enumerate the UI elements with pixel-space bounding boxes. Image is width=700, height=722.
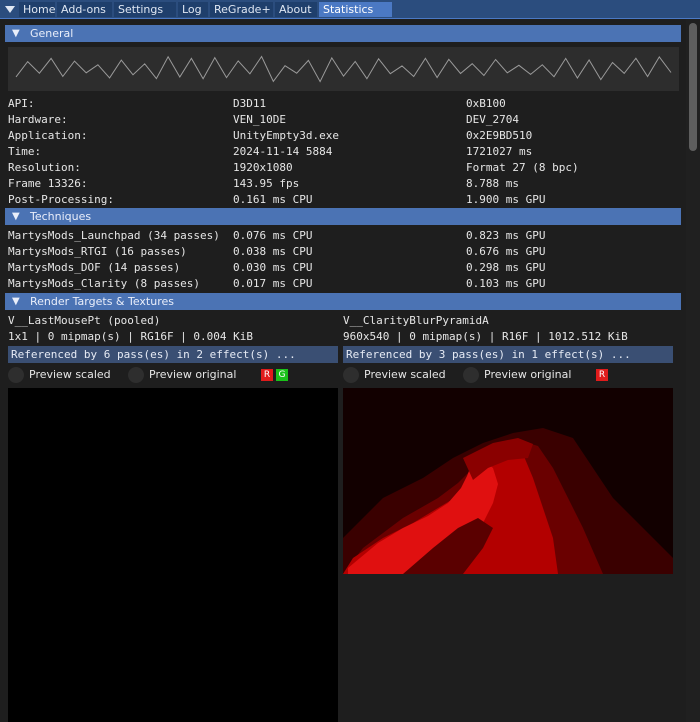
frame-time-line [15,55,672,83]
technique-gpu: 0.103 ms GPU [466,277,546,290]
general-value: Format 27 (8 bpc) [466,161,579,174]
technique-gpu: 0.298 ms GPU [466,261,546,274]
section-title: Render Targets & Textures [30,295,174,308]
technique-cpu: 0.017 ms CPU [233,277,313,290]
render-target-name: V__LastMousePt (pooled) [8,314,161,327]
general-label: Resolution: [8,161,81,174]
tab-add-ons[interactable]: Add-ons [57,2,112,17]
section-header-techniques[interactable]: ▼ Techniques [5,208,681,225]
tab-about[interactable]: About [275,2,317,17]
collapse-triangle-icon: ▼ [12,211,20,222]
general-value: 1.900 ms GPU [466,193,546,206]
render-target-name: V__ClarityBlurPyramidA [343,314,489,327]
tab-settings[interactable]: Settings [114,2,176,17]
general-label: Time: [8,145,42,158]
section-header-general[interactable]: ▼ General [5,25,681,42]
technique-gpu: 0.676 ms GPU [466,245,546,258]
statistics-panel: ▼ General API: D3D11 0xB100 Hardware: VE… [0,19,686,722]
technique-gpu: 0.823 ms GPU [466,229,546,242]
general-value: 8.788 ms [466,177,519,190]
general-value: VEN_10DE [233,113,286,126]
technique-name: MartysMods_DOF (14 passes) [8,261,181,274]
channel-r-toggle[interactable]: R [596,369,608,381]
tab-statistics[interactable]: Statistics [319,2,392,17]
triangle-down-icon [5,6,15,13]
general-value: 0x2E9BD510 [466,129,533,142]
preview-scaled-radio[interactable] [343,367,359,383]
section-title: Techniques [30,210,92,223]
vertical-scrollbar[interactable] [686,19,700,722]
preview-scaled-label: Preview scaled [364,368,446,381]
channel-r-toggle[interactable]: R [261,369,273,381]
technique-name: MartysMods_RTGI (16 passes) [8,245,187,258]
tab-regrade[interactable]: ReGrade+ [210,2,273,17]
frame-time-graph [8,47,679,91]
preview-original-label: Preview original [484,368,572,381]
technique-cpu: 0.038 ms CPU [233,245,313,258]
texture-preview [8,388,338,722]
general-label: Frame 13326: [8,177,88,190]
general-value: 0.161 ms CPU [233,193,313,206]
technique-cpu: 0.076 ms CPU [233,229,313,242]
collapse-triangle-icon: ▼ [12,28,20,39]
scrollbar-thumb[interactable] [689,23,697,151]
preview-scaled-radio[interactable] [8,367,24,383]
channel-g-toggle[interactable]: G [276,369,288,381]
general-label: Post-Processing: [8,193,114,206]
menu-toggle-button[interactable] [2,2,18,17]
section-header-render-targets[interactable]: ▼ Render Targets & Textures [5,293,681,310]
collapse-triangle-icon: ▼ [12,296,20,307]
general-value: 2024-11-14 5884 [233,145,333,158]
tab-log[interactable]: Log [178,2,208,17]
general-value: UnityEmpty3d.exe [233,129,339,142]
general-value: 1920x1080 [233,161,293,174]
references-collapsible[interactable]: Referenced by 3 pass(es) in 1 effect(s) … [343,346,673,363]
preview-scaled-label: Preview scaled [29,368,111,381]
general-label: Hardware: [8,113,68,126]
technique-name: MartysMods_Launchpad (34 passes) [8,229,220,242]
texture-preview [343,388,673,574]
general-label: Application: [8,129,88,142]
tab-home[interactable]: Home [19,2,55,17]
general-value: 1721027 ms [466,145,533,158]
general-value: 143.95 fps [233,177,300,190]
preview-original-radio[interactable] [463,367,479,383]
technique-name: MartysMods_Clarity (8 passes) [8,277,201,290]
general-value: D3D11 [233,97,267,110]
render-target-info: 1x1 | 0 mipmap(s) | RG16F | 0.004 KiB [8,330,254,343]
section-title: General [30,27,74,40]
general-label: API: [8,97,35,110]
texture-preview-image [343,388,673,574]
general-value: 0xB100 [466,97,506,110]
preview-original-radio[interactable] [128,367,144,383]
technique-cpu: 0.030 ms CPU [233,261,313,274]
render-target-info: 960x540 | 0 mipmap(s) | R16F | 1012.512 … [343,330,628,343]
preview-original-label: Preview original [149,368,237,381]
general-value: DEV_2704 [466,113,519,126]
references-collapsible[interactable]: Referenced by 6 pass(es) in 2 effect(s) … [8,346,338,363]
tab-bar: Home Add-ons Settings Log ReGrade+ About… [0,0,700,19]
